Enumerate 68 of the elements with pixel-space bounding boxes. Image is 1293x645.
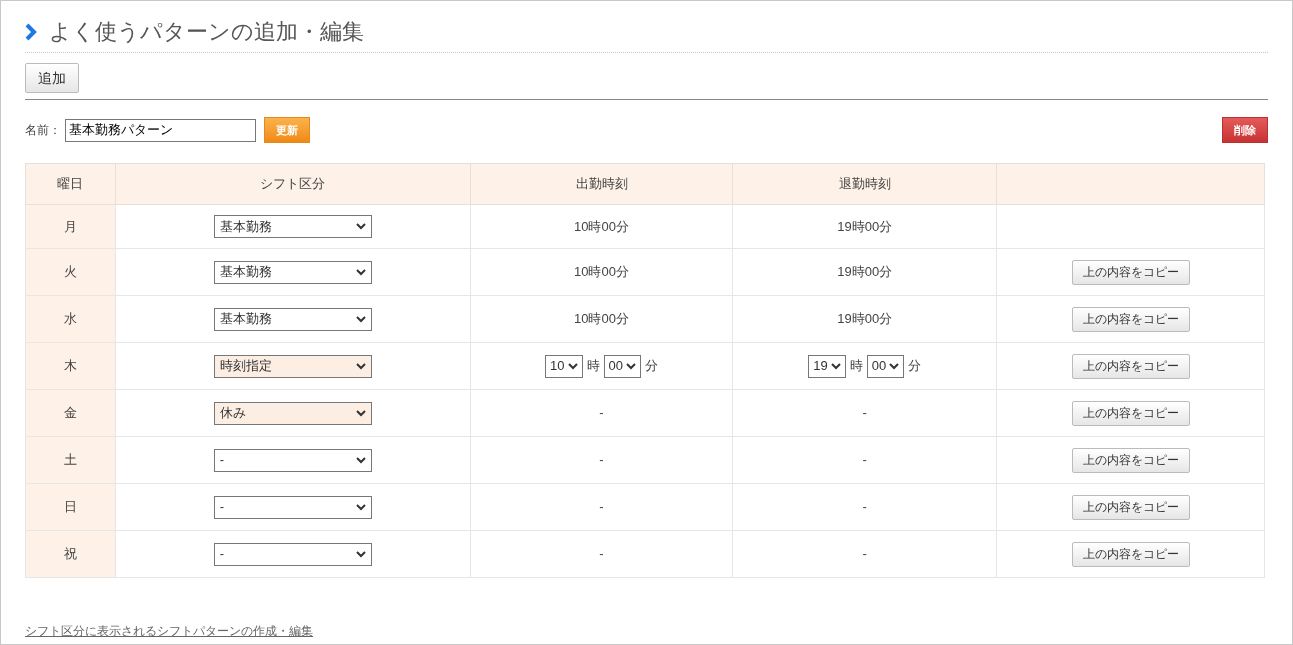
chevron-down-icon (355, 456, 366, 464)
day-cell: 火 (25, 248, 116, 296)
name-field[interactable]: 基本勤務パターン (65, 118, 256, 142)
time-text: 19時00分 (837, 264, 893, 280)
day-cell: 木 (25, 342, 116, 390)
add-button[interactable]: 追加 (25, 63, 79, 93)
column-header: 出勤時刻 (470, 163, 733, 205)
time-select[interactable]: 00 (866, 354, 905, 378)
shift-select[interactable]: 基本勤務 (213, 260, 372, 284)
copy-button[interactable]: 上の内容をコピー (1071, 259, 1190, 285)
chevron-down-icon (355, 362, 366, 370)
day-cell: 水 (25, 295, 116, 343)
time-text: 19時00分 (837, 311, 893, 327)
column-header: 曜日 (25, 163, 116, 205)
chevron-down-icon (355, 550, 366, 558)
copy-button[interactable]: 上の内容をコピー (1071, 400, 1190, 426)
shift-select[interactable]: - (213, 542, 372, 566)
column-header: 退勤時刻 (732, 163, 997, 205)
copy-button[interactable]: 上の内容をコピー (1071, 541, 1190, 567)
day-cell: 祝 (25, 530, 116, 578)
day-cell: 日 (25, 483, 116, 531)
chevron-down-icon (625, 362, 636, 370)
chevron-down-icon (355, 268, 366, 276)
time-text: - (862, 499, 867, 515)
shift-select[interactable]: 時刻指定 (213, 354, 372, 378)
shift-select[interactable]: 基本勤務 (213, 215, 372, 238)
delete-button[interactable]: 削除 (1222, 117, 1268, 143)
day-cell: 金 (25, 389, 116, 437)
day-cell: 月 (25, 204, 116, 249)
time-select[interactable]: 10 (545, 354, 583, 378)
time-text: - (599, 546, 604, 562)
time-text: - (599, 499, 604, 515)
copy-button[interactable]: 上の内容をコピー (1071, 494, 1190, 520)
time-text: 10時00分 (574, 311, 629, 327)
time-text: - (862, 452, 867, 468)
time-text: - (599, 405, 604, 421)
chevron-down-icon (889, 362, 900, 370)
time-text: 10時00分 (574, 218, 629, 234)
chevron-down-icon (567, 362, 578, 370)
copy-button[interactable]: 上の内容をコピー (1071, 306, 1190, 332)
time-select[interactable]: 00 (603, 354, 641, 378)
unit-label: 時 (586, 357, 600, 376)
name-label: 名前： (25, 122, 61, 139)
copy-button[interactable]: 上の内容をコピー (1071, 447, 1190, 473)
footer-link[interactable]: シフト区分に表示されるシフトパターンの作成・編集 (25, 624, 313, 638)
page-title: よく使うパターンの追加・編集 (49, 18, 364, 46)
shift-select[interactable]: 休み (213, 401, 372, 425)
time-text: - (862, 546, 867, 562)
time-text: 10時00分 (574, 264, 629, 280)
time-text: - (599, 452, 604, 468)
shift-select[interactable]: 基本勤務 (213, 307, 372, 331)
shift-select[interactable]: - (213, 495, 372, 519)
chevron-down-icon (830, 362, 841, 370)
column-header: シフト区分 (115, 163, 471, 205)
time-text: 19時00分 (837, 218, 893, 234)
shift-select[interactable]: - (213, 448, 372, 472)
time-text: - (862, 405, 867, 421)
chevron-icon (25, 22, 37, 41)
unit-label: 時 (849, 357, 863, 376)
chevron-down-icon (355, 409, 366, 417)
copy-button[interactable]: 上の内容をコピー (1071, 353, 1190, 379)
chevron-down-icon (355, 503, 366, 511)
time-select[interactable]: 19 (808, 354, 846, 378)
chevron-down-icon (355, 223, 366, 230)
day-cell: 土 (25, 436, 116, 484)
unit-label: 分 (644, 357, 658, 376)
chevron-down-icon (355, 315, 366, 323)
unit-label: 分 (908, 357, 922, 376)
